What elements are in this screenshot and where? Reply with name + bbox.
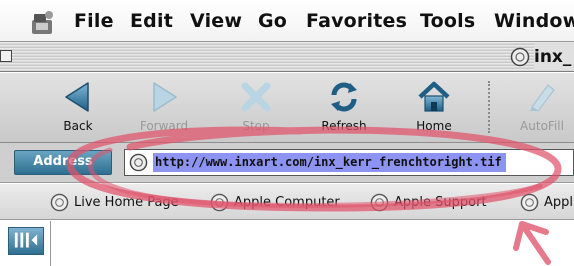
menu-view[interactable]: View: [190, 6, 242, 36]
forward-arrow-icon: [153, 82, 177, 112]
menu-window[interactable]: Window: [494, 6, 574, 36]
menu-edit[interactable]: Edit: [130, 6, 173, 36]
favorites-bar: Live Home Page Apple Computer Apple Supp…: [0, 184, 574, 220]
forward-button[interactable]: Forward: [124, 79, 204, 139]
navigation-toolbar: Back Forward Stop Refresh Home AutoFill: [0, 73, 574, 143]
address-url-text[interactable]: http://www.inxart.com/inx_kerr_frenchtor…: [153, 153, 506, 172]
back-arrow-icon: [65, 82, 89, 112]
apple-logo-icon[interactable]: [30, 8, 56, 36]
globe-icon: [50, 193, 69, 212]
favorite-label: Apple Computer: [234, 195, 340, 210]
globe-icon: [210, 193, 229, 212]
stop-x-icon: [241, 82, 271, 112]
back-button[interactable]: Back: [38, 79, 118, 139]
toolbar-divider: [488, 81, 490, 133]
menu-go[interactable]: Go: [258, 6, 287, 36]
globe-icon: [520, 193, 539, 212]
autofill-icon: [530, 84, 555, 112]
sidebar-tab-icon: [14, 232, 38, 248]
menu-bar: File Edit View Go Favorites Tools Window: [0, 0, 574, 42]
stop-button[interactable]: Stop: [216, 79, 296, 139]
favorite-label: Appl: [544, 195, 574, 210]
favorite-label: Live Home Page: [74, 195, 179, 210]
forward-label: Forward: [139, 119, 189, 133]
back-label: Back: [63, 119, 93, 133]
page-content: [0, 221, 574, 266]
window-title-bar[interactable]: inx_: [0, 42, 574, 72]
home-icon: [418, 81, 450, 112]
address-bar: Address http://www.inxart.com/inx_kerr_f…: [0, 143, 574, 183]
sidebar-toggle-button[interactable]: [8, 227, 44, 255]
close-box-button[interactable]: [0, 50, 12, 62]
address-tab[interactable]: Address: [14, 150, 112, 175]
home-button[interactable]: Home: [394, 79, 474, 139]
menu-favorites[interactable]: Favorites: [306, 6, 407, 36]
globe-icon: [129, 153, 148, 172]
address-field[interactable]: http://www.inxart.com/inx_kerr_frenchtor…: [124, 149, 574, 176]
autofill-button[interactable]: AutoFill: [502, 79, 574, 139]
globe-icon: [510, 47, 530, 67]
menu-tools[interactable]: Tools: [420, 6, 475, 36]
window-title: inx_: [534, 44, 574, 70]
globe-icon: [370, 193, 389, 212]
menu-file[interactable]: File: [74, 6, 114, 36]
refresh-label: Refresh: [321, 119, 367, 133]
favorite-label: Apple Support: [394, 195, 487, 210]
home-label: Home: [416, 119, 452, 133]
autofill-label: AutoFill: [520, 119, 564, 133]
address-label: Address: [33, 154, 93, 169]
refresh-button[interactable]: Refresh: [304, 79, 384, 139]
refresh-icon: [331, 82, 357, 112]
sidebar-divider: [50, 221, 51, 266]
stop-label: Stop: [242, 119, 270, 133]
